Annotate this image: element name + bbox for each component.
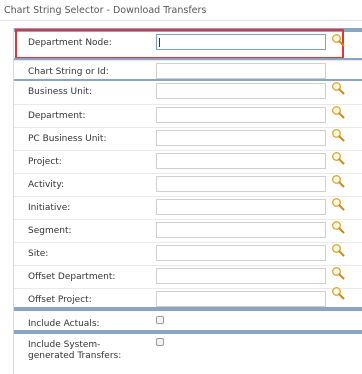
row-divider	[14, 288, 362, 289]
department-input[interactable]	[156, 107, 326, 123]
department-node-input[interactable]	[156, 34, 326, 50]
row-divider	[14, 196, 362, 197]
activity-input[interactable]	[156, 176, 326, 192]
department-node-label: Department Node:	[28, 38, 112, 48]
chart-string-label: Chart String or Id:	[28, 67, 109, 77]
business-unit-label: Business Unit:	[28, 87, 92, 97]
project-input[interactable]	[156, 153, 326, 169]
text-cursor	[159, 38, 160, 47]
site-input[interactable]	[156, 245, 326, 261]
department-lookup-icon[interactable]	[331, 105, 345, 119]
business-unit-input[interactable]	[156, 83, 326, 99]
chart-string-form: Department Node: Chart String or Id: Bus…	[13, 28, 362, 374]
title-divider	[0, 20, 362, 21]
segment-input[interactable]	[156, 222, 326, 238]
offset-department-label: Offset Department:	[28, 272, 116, 282]
row-divider	[14, 150, 362, 151]
include-actuals-label: Include Actuals:	[28, 319, 100, 329]
row-divider	[14, 242, 362, 243]
initiative-lookup-icon[interactable]	[331, 197, 345, 211]
activity-label: Activity:	[28, 180, 65, 190]
department-node-lookup-icon[interactable]	[331, 33, 345, 47]
page-title: Chart String Selector - Download Transfe…	[4, 5, 207, 16]
include-system-generated-checkbox[interactable]	[156, 338, 164, 346]
offset-project-label: Offset Project:	[28, 295, 92, 305]
initiative-input[interactable]	[156, 199, 326, 215]
segment-lookup-icon[interactable]	[331, 220, 345, 234]
business-unit-lookup-icon[interactable]	[331, 81, 345, 95]
site-label: Site:	[28, 249, 49, 259]
offset-project-lookup-icon[interactable]	[331, 286, 345, 300]
pc-business-unit-input[interactable]	[156, 130, 326, 146]
chart-string-input[interactable]	[156, 63, 326, 79]
row-divider	[14, 219, 362, 220]
offset-department-lookup-icon[interactable]	[331, 266, 345, 280]
project-lookup-icon[interactable]	[331, 151, 345, 165]
row-divider	[14, 173, 362, 174]
row-divider	[14, 60, 362, 61]
offset-department-input[interactable]	[156, 268, 326, 284]
section-band	[14, 307, 362, 311]
section-band	[14, 79, 362, 81]
section-band-top	[14, 28, 362, 32]
offset-project-input[interactable]	[156, 291, 326, 307]
include-system-generated-label: Include System-generated Transfers:	[28, 340, 122, 361]
segment-label: Segment:	[28, 226, 72, 236]
row-divider	[14, 104, 362, 105]
section-band	[14, 330, 362, 334]
row-divider	[14, 127, 362, 128]
activity-lookup-icon[interactable]	[331, 174, 345, 188]
project-label: Project:	[28, 157, 62, 167]
row-divider	[14, 265, 362, 266]
initiative-label: Initiative:	[28, 203, 71, 213]
pc-business-unit-lookup-icon[interactable]	[331, 128, 345, 142]
include-actuals-checkbox[interactable]	[156, 316, 164, 324]
department-label: Department:	[28, 111, 86, 121]
pc-business-unit-label: PC Business Unit:	[28, 134, 107, 144]
site-lookup-icon[interactable]	[331, 243, 345, 257]
